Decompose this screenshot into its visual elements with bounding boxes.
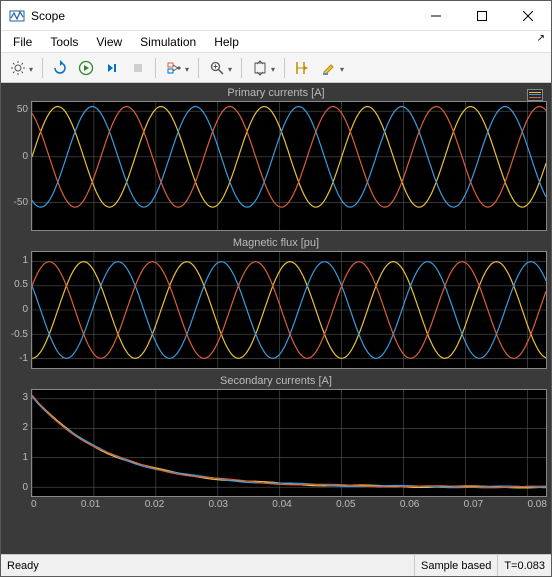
menu-help[interactable]: Help [206, 33, 247, 51]
status-mode: Sample based [415, 555, 498, 576]
y-tick: 2 [22, 423, 28, 433]
window-title: Scope [31, 9, 65, 23]
cursor-measure-icon[interactable] [290, 56, 314, 80]
chart-title: Secondary currents [A] [5, 375, 547, 387]
y-tick: 0 [22, 305, 28, 315]
x-tick: 0.08 [527, 499, 546, 510]
x-tick: 0.02 [145, 499, 164, 510]
x-tick: 0 [31, 499, 37, 510]
y-tick: -50 [14, 198, 28, 208]
toolbar-separator [241, 58, 242, 78]
x-tick: 0.03 [208, 499, 227, 510]
status-ready: Ready [1, 555, 415, 576]
toolbar-separator [198, 58, 199, 78]
x-tick: 0.06 [400, 499, 419, 510]
titlebar: Scope [1, 1, 551, 31]
signal-selector-icon[interactable] [161, 56, 193, 80]
zoom-icon[interactable] [204, 56, 236, 80]
x-tick: 0.05 [336, 499, 355, 510]
y-axis: 50 0 -50 [5, 101, 31, 231]
y-tick: 1 [22, 256, 28, 266]
toolbar-separator [42, 58, 43, 78]
menu-simulation[interactable]: Simulation [132, 33, 204, 51]
run-icon[interactable] [74, 56, 98, 80]
x-tick: 0.04 [272, 499, 291, 510]
plot-container: Primary currents [A] 50 0 -50 Magnetic flux … [1, 83, 551, 554]
stop-icon [126, 56, 150, 80]
mdi-restore-icon[interactable]: ↗ [537, 33, 545, 44]
menu-file[interactable]: File [5, 33, 40, 51]
y-tick: 0 [22, 483, 28, 493]
toolbar-separator [155, 58, 156, 78]
chart-1: Magnetic flux [pu] 1 0.5 0 -0.5 -1 [5, 237, 547, 369]
x-axis: 0 0.01 0.02 0.03 0.04 0.05 0.06 0.07 0.08 [31, 499, 547, 510]
toolbar [1, 53, 551, 83]
x-tick: 0.07 [464, 499, 483, 510]
maximize-button[interactable] [459, 1, 505, 31]
x-tick: 0.01 [81, 499, 100, 510]
close-button[interactable] [505, 1, 551, 31]
status-time: T=0.083 [498, 555, 551, 576]
toolbar-separator [284, 58, 285, 78]
minimize-button[interactable] [413, 1, 459, 31]
plot-area[interactable] [31, 251, 547, 369]
settings-gear-icon[interactable] [5, 56, 37, 80]
chart-title: Primary currents [A] [5, 87, 547, 99]
y-tick: -0.5 [11, 330, 28, 340]
y-tick: 1 [22, 453, 28, 463]
chart-2: Secondary currents [A]321000.010.020.030… [5, 375, 547, 510]
highlight-icon[interactable] [316, 56, 348, 80]
autoscale-icon[interactable] [247, 56, 279, 80]
menu-tools[interactable]: Tools [42, 33, 86, 51]
plot-area[interactable] [31, 389, 547, 497]
y-tick: 3 [22, 393, 28, 403]
y-axis: 3 2 1 0 [5, 389, 31, 497]
app-icon [9, 8, 25, 24]
restart-icon[interactable] [48, 56, 72, 80]
y-axis: 1 0.5 0 -0.5 -1 [5, 251, 31, 369]
y-tick: 50 [17, 105, 28, 115]
step-forward-icon[interactable] [100, 56, 124, 80]
plot-area[interactable] [31, 101, 547, 231]
chart-title: Magnetic flux [pu] [5, 237, 547, 249]
statusbar: Ready Sample based T=0.083 [1, 554, 551, 576]
menu-view[interactable]: View [88, 33, 130, 51]
y-tick: 0.5 [14, 280, 28, 290]
menubar: FileToolsViewSimulationHelp ↗ [1, 31, 551, 53]
y-tick: -1 [19, 354, 28, 364]
chart-0: Primary currents [A] 50 0 -50 [5, 87, 547, 231]
scope-window: Scope FileToolsViewSimulationHelp ↗ Prima… [0, 0, 552, 577]
y-tick: 0 [22, 152, 28, 162]
